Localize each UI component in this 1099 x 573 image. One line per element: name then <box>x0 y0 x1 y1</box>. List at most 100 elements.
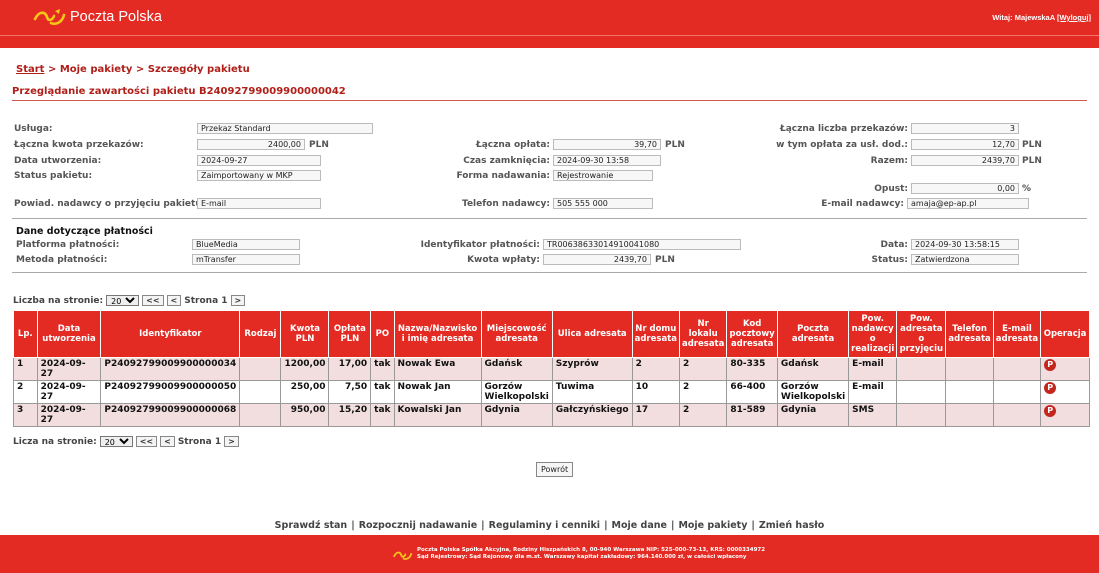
cell-ulica: Gałczyńskiego <box>551 403 633 427</box>
cell-miejscowosc: Gdańsk <box>480 357 553 381</box>
usluga-label: Usługa: <box>14 124 53 134</box>
brand-name: Poczta Polska <box>70 9 162 25</box>
cell-nr-lokalu: 2 <box>678 403 728 427</box>
footer-separator: | <box>351 520 355 531</box>
cell-po: tak <box>370 357 395 381</box>
cell-nazwa: Nowak Jan <box>393 380 482 404</box>
cell-operacja: P <box>1040 380 1090 404</box>
oplata-dodatkowa-label: w tym opłata za usł. dod.: <box>776 140 908 150</box>
status-pakietu-label: Status pakietu: <box>14 171 93 181</box>
cell-oplata: 17,00 <box>328 357 372 381</box>
footer-link-start-sending[interactable]: Rozpocznij nadawanie <box>359 520 477 531</box>
breadcrumb-separator: > <box>135 64 145 75</box>
page-indicator: Strona 1 <box>184 295 228 306</box>
cell-ulica: Tuwima <box>551 380 633 404</box>
cell-pow-adresata <box>896 403 947 427</box>
footer-link-my-packages[interactable]: Moje pakiety <box>678 520 747 531</box>
pager-top: Liczba na stronie: 20 << < Strona 1 > <box>13 295 246 306</box>
footer-link-regulations[interactable]: Regulaminy i cenniki <box>489 520 600 531</box>
cell-kwota: 950,00 <box>280 403 330 427</box>
col-email: E-mail adresata <box>992 310 1042 358</box>
footer-company-info: Poczta Polska Spółka Akcyjna, Rodziny Hi… <box>417 547 765 561</box>
footer-link-my-data[interactable]: Moje dane <box>612 520 667 531</box>
opust-field: 0,00 <box>911 183 1019 194</box>
per-page-label: Licza na stronie: <box>13 436 97 447</box>
col-po: PO <box>370 310 395 358</box>
cell-rodzaj <box>239 403 282 427</box>
breadcrumb-details: Szczegóły pakietu <box>147 64 250 75</box>
transfers-table: Lp. Data utworzenia Identyfikator Rodzaj… <box>13 310 1090 427</box>
print-operation-icon[interactable]: P <box>1044 359 1057 371</box>
prev-page-button[interactable]: < <box>166 295 182 306</box>
cell-telefon <box>945 380 994 404</box>
footer-link-change-password[interactable]: Zmień hasło <box>759 520 824 531</box>
currency-unit: PLN <box>655 255 675 265</box>
cell-kwota: 1200,00 <box>280 357 330 381</box>
section-divider <box>12 218 1087 219</box>
footer-link-check-status[interactable]: Sprawdź stan <box>275 520 348 531</box>
cell-kwota: 250,00 <box>280 380 330 404</box>
welcome-user: Witaj: MajewskaA <box>992 13 1055 22</box>
powiadomienie-field: E-mail <box>197 198 321 209</box>
welcome-text: Witaj: MajewskaA [Wyloguj] <box>992 13 1091 22</box>
col-rodzaj: Rodzaj <box>239 310 282 358</box>
forma-nadawania-label: Forma nadawania: <box>456 171 550 181</box>
breadcrumb-start-link[interactable]: Start <box>16 64 44 75</box>
section-divider <box>12 272 1087 273</box>
col-miejscowosc: Miejscowość adresata <box>480 310 553 358</box>
print-operation-icon[interactable]: P <box>1044 405 1057 417</box>
footer-logo <box>393 549 413 564</box>
telefon-nadawcy-label: Telefon nadawcy: <box>462 199 550 209</box>
per-page-select[interactable]: 20 <box>99 436 133 447</box>
page-indicator: Strona 1 <box>177 436 222 447</box>
cell-pow-nadawcy: E-mail <box>848 380 898 404</box>
cell-data: 2024-09-27 <box>36 380 102 404</box>
powiadomienie-label: Powiad. nadawcy o przyjęciu pakietu: <box>14 199 206 209</box>
cell-email <box>992 380 1042 404</box>
cell-nr-lokalu: 2 <box>678 380 728 404</box>
cell-nazwa: Kowalski Jan <box>393 403 482 427</box>
cell-rodzaj <box>239 357 282 381</box>
logout-link[interactable]: [Wyloguj] <box>1057 13 1091 22</box>
first-page-button[interactable]: << <box>135 436 158 447</box>
col-nazwa: Nazwa/Nazwisko i imię adresata <box>393 310 482 358</box>
laczna-liczba-label: Łączna liczba przekazów: <box>779 124 908 134</box>
first-page-button[interactable]: << <box>142 295 164 306</box>
currency-unit: PLN <box>1022 156 1042 166</box>
post-horn-icon <box>33 9 66 26</box>
poczta-polska-logo[interactable]: Poczta Polska <box>33 7 162 27</box>
cell-pow-nadawcy: SMS <box>848 403 898 427</box>
cell-lp: 2 <box>13 380 38 404</box>
data-platnosci-field: 2024-09-30 13:58:15 <box>911 239 1019 250</box>
print-operation-icon[interactable]: P <box>1044 382 1057 394</box>
pager-bottom: Licza na stronie: 20 << < Strona 1 > <box>13 436 239 447</box>
per-page-label: Liczba na stronie: <box>13 295 104 306</box>
per-page-select[interactable]: 20 <box>106 295 140 306</box>
metoda-field: mTransfer <box>192 254 300 265</box>
footer-company-line: Poczta Polska Spółka Akcyjna, Rodziny Hi… <box>417 547 766 553</box>
cell-lp: 1 <box>13 357 38 381</box>
laczna-oplata-field: 39,70 <box>553 139 661 150</box>
cell-oplata: 7,50 <box>328 380 372 404</box>
back-button[interactable]: Powrót <box>536 462 574 477</box>
status-platnosci-label: Status: <box>871 255 908 265</box>
col-nr-lokalu: Nr lokalu adresata <box>678 310 728 358</box>
cell-identyfikator: P24092799009900000050 <box>100 380 241 404</box>
email-nadawcy-field: amaja@ep-ap.pl <box>907 198 1029 209</box>
platforma-field: BlueMedia <box>192 239 300 250</box>
cell-pow-nadawcy: E-mail <box>848 357 898 381</box>
next-page-button[interactable]: > <box>230 295 246 306</box>
cell-oplata: 15,20 <box>328 403 372 427</box>
cell-data: 2024-09-27 <box>36 357 102 381</box>
footer-court-line: Sąd Rejestrowy: Sąd Rejonowy dla m.st. W… <box>417 554 747 560</box>
identyfikator-platnosci-label: Identyfikator płatności: <box>420 240 540 250</box>
next-page-button[interactable]: > <box>224 436 239 447</box>
breadcrumb-packages[interactable]: Moje pakiety <box>60 64 133 75</box>
col-lp: Lp. <box>13 310 38 358</box>
col-ulica: Ulica adresata <box>551 310 633 358</box>
razem-field: 2439,70 <box>911 155 1019 166</box>
cell-miejscowosc: Gdynia <box>480 403 553 427</box>
prev-page-button[interactable]: < <box>160 436 175 447</box>
title-divider <box>12 100 1087 101</box>
col-identyfikator: Identyfikator <box>100 310 241 358</box>
